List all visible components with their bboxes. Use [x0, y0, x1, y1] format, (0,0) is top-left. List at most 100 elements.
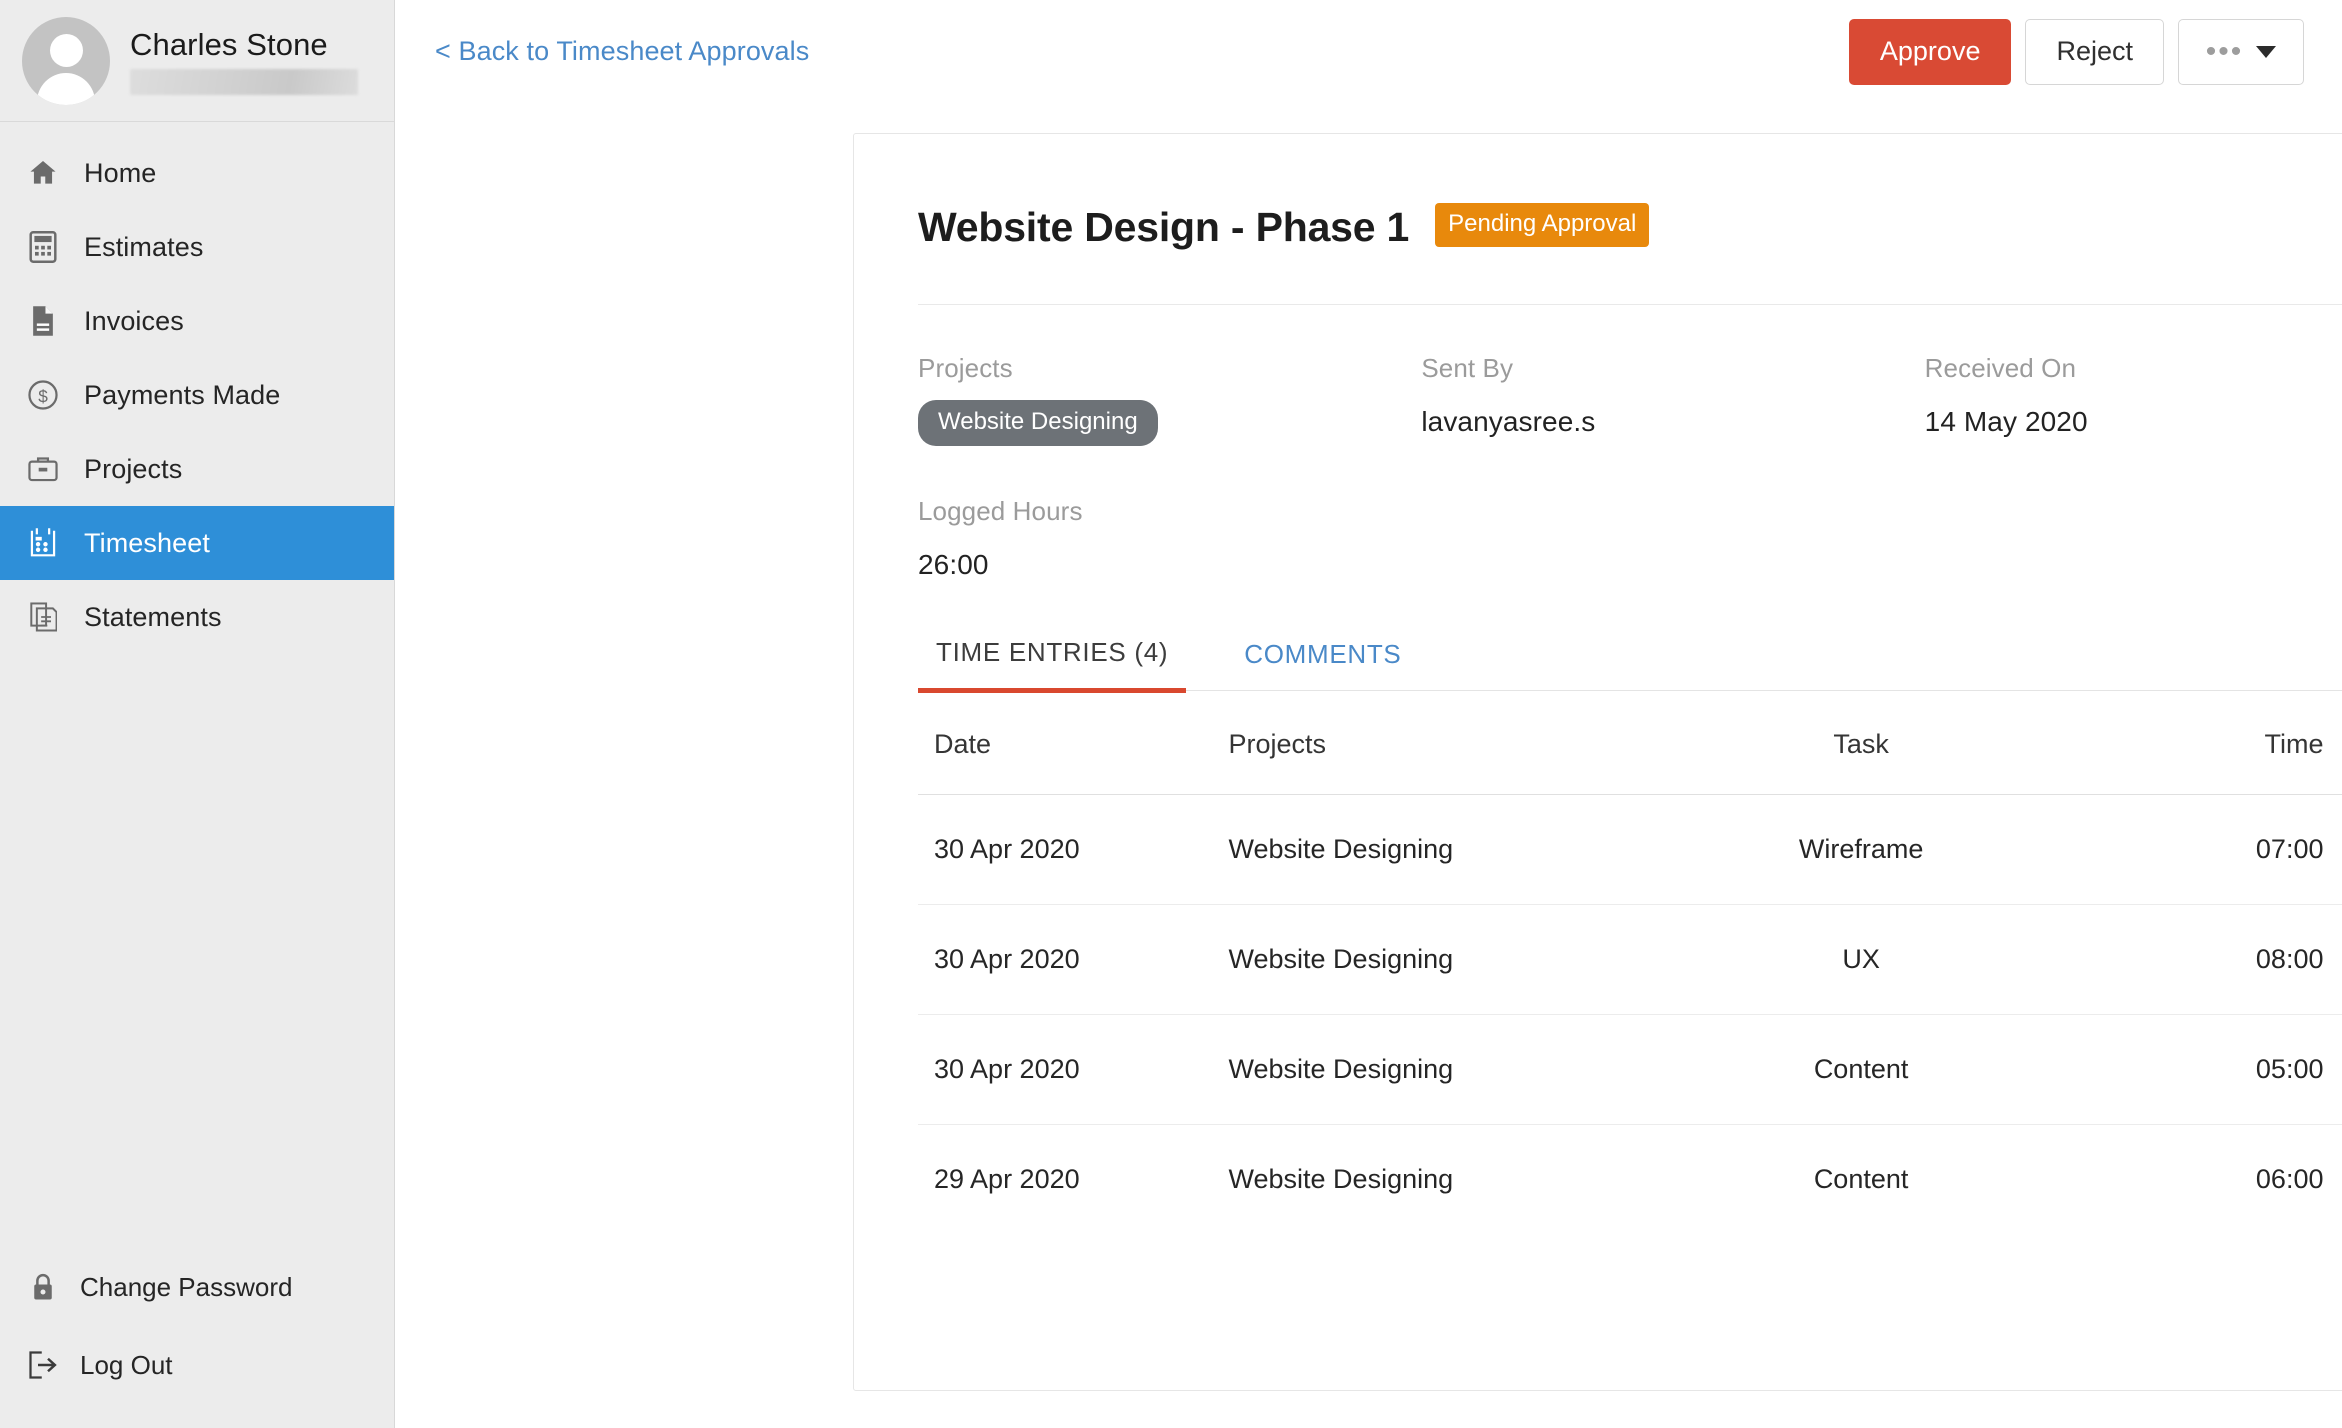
project-tag: Website Designing [918, 400, 1158, 446]
sidebar-item-label: Payments Made [84, 380, 280, 411]
sidebar-item-label: Projects [84, 454, 182, 485]
table-header-row: Date Projects Task Time [918, 691, 2342, 795]
sidebar-item-change-password[interactable]: Change Password [0, 1248, 394, 1326]
logged-hours-value: 26:00 [918, 549, 1448, 581]
avatar-head [50, 34, 83, 67]
action-buttons: Approve Reject ••• [1849, 19, 2304, 85]
sidebar-item-timesheet[interactable]: Timesheet [0, 506, 394, 580]
received-on-field: Received On 14 May 2020 [1925, 353, 2342, 446]
top-action-bar: < Back to Timesheet Approvals Approve Re… [395, 0, 2342, 103]
secondary-nav: Change Password Log Out [0, 1248, 394, 1428]
sidebar-item-home[interactable]: Home [0, 136, 394, 210]
sidebar-item-label: Statements [84, 602, 222, 633]
main-content: < Back to Timesheet Approvals Approve Re… [395, 0, 2342, 1428]
page-title: Website Design - Phase 1 [918, 204, 1409, 251]
briefcase-icon [26, 452, 60, 486]
status-badge: Pending Approval [1435, 203, 1649, 247]
profile-header: Charles Stone [0, 0, 394, 122]
profile-name: Charles Stone [130, 27, 358, 63]
cell-time: 07:00 [2041, 795, 2323, 905]
table-row: 30 Apr 2020 Website Designing Content 05… [918, 1015, 2342, 1125]
sidebar-item-projects[interactable]: Projects [0, 432, 394, 506]
profile-email-redacted [130, 69, 358, 95]
avatar-body [37, 73, 95, 105]
title-divider [918, 304, 2342, 305]
primary-nav: Home Estimates [0, 122, 394, 1248]
back-to-timesheet-approvals-link[interactable]: < Back to Timesheet Approvals [435, 36, 809, 67]
column-header-actions [2323, 691, 2342, 795]
sidebar-item-estimates[interactable]: Estimates [0, 210, 394, 284]
received-on-label: Received On [1925, 353, 2342, 384]
meta-row-1: Projects Website Designing Sent By lavan… [918, 353, 2342, 446]
tab-comments[interactable]: COMMENTS [1226, 639, 1419, 690]
cell-actions [2323, 905, 2342, 1015]
cell-date: 30 Apr 2020 [918, 795, 1229, 905]
sent-by-field: Sent By lavanyasree.s [1421, 353, 1924, 446]
column-header-date: Date [918, 691, 1229, 795]
column-header-task: Task [1681, 691, 2041, 795]
lock-icon [26, 1270, 60, 1304]
cell-time: 05:00 [2041, 1015, 2323, 1125]
sidebar-item-label: Log Out [80, 1350, 173, 1381]
timesheet-clipboard-icon [26, 526, 60, 560]
cell-task: Content [1681, 1125, 2041, 1235]
cell-actions [2323, 1125, 2342, 1235]
sidebar-item-label: Home [84, 158, 156, 189]
sent-by-value: lavanyasree.s [1421, 406, 1924, 438]
tab-time-entries[interactable]: TIME ENTRIES (4) [918, 637, 1186, 693]
sidebar-item-label: Invoices [84, 306, 184, 337]
table-body: 30 Apr 2020 Website Designing Wireframe … [918, 795, 2342, 1235]
sidebar-item-label: Change Password [80, 1272, 292, 1303]
sidebar: Charles Stone Home [0, 0, 395, 1428]
received-on-value: 14 May 2020 [1925, 406, 2342, 438]
sent-by-label: Sent By [1421, 353, 1924, 384]
title-row: Website Design - Phase 1 Pending Approva… [918, 204, 2342, 251]
calculator-icon [26, 230, 60, 264]
sidebar-item-log-out[interactable]: Log Out [0, 1326, 394, 1404]
timesheet-detail-card: Website Design - Phase 1 Pending Approva… [853, 133, 2342, 1391]
svg-text:$: $ [38, 386, 48, 406]
sidebar-item-statements[interactable]: Statements [0, 580, 394, 654]
table-row: 29 Apr 2020 Website Designing Content 06… [918, 1125, 2342, 1235]
cell-task: UX [1681, 905, 2041, 1015]
column-header-time: Time [2041, 691, 2323, 795]
cell-date: 29 Apr 2020 [918, 1125, 1229, 1235]
cell-date: 30 Apr 2020 [918, 1015, 1229, 1125]
logged-hours-label: Logged Hours [918, 496, 1448, 527]
cell-date: 30 Apr 2020 [918, 905, 1229, 1015]
home-icon [26, 156, 60, 190]
statements-pages-icon [26, 600, 60, 634]
more-actions-button[interactable]: ••• [2178, 19, 2304, 85]
cell-project: Website Designing [1229, 905, 1681, 1015]
meta-row-2: Logged Hours 26:00 [918, 496, 2342, 581]
invoice-document-icon [26, 304, 60, 338]
projects-field: Projects Website Designing [918, 353, 1421, 446]
sidebar-item-payments-made[interactable]: $ Payments Made [0, 358, 394, 432]
approve-button[interactable]: Approve [1849, 19, 2012, 85]
cell-time: 06:00 [2041, 1125, 2323, 1235]
cell-task: Content [1681, 1015, 2041, 1125]
column-header-projects: Projects [1229, 691, 1681, 795]
projects-label: Projects [918, 353, 1421, 384]
dollar-circle-icon: $ [26, 378, 60, 412]
reject-button[interactable]: Reject [2025, 19, 2164, 85]
table-row: 30 Apr 2020 Website Designing UX 08:00 [918, 905, 2342, 1015]
cell-project: Website Designing [1229, 1125, 1681, 1235]
chevron-down-icon [2256, 46, 2276, 58]
cell-time: 08:00 [2041, 905, 2323, 1015]
cell-actions [2323, 795, 2342, 905]
table-row: 30 Apr 2020 Website Designing Wireframe … [918, 795, 2342, 905]
logout-arrow-icon [26, 1348, 60, 1382]
sidebar-item-label: Estimates [84, 232, 203, 263]
sidebar-item-invoices[interactable]: Invoices [0, 284, 394, 358]
logged-hours-field: Logged Hours 26:00 [918, 496, 1448, 581]
ellipsis-icon: ••• [2206, 45, 2244, 59]
tab-bar: TIME ENTRIES (4) COMMENTS [918, 637, 2342, 691]
cell-actions [2323, 1015, 2342, 1125]
table-head: Date Projects Task Time [918, 691, 2342, 795]
sidebar-item-label: Timesheet [84, 528, 210, 559]
time-entries-table: Date Projects Task Time 30 Apr 2020 Webs… [918, 691, 2342, 1234]
cell-task: Wireframe [1681, 795, 2041, 905]
avatar [22, 17, 110, 105]
app-root: Charles Stone Home [0, 0, 2342, 1428]
